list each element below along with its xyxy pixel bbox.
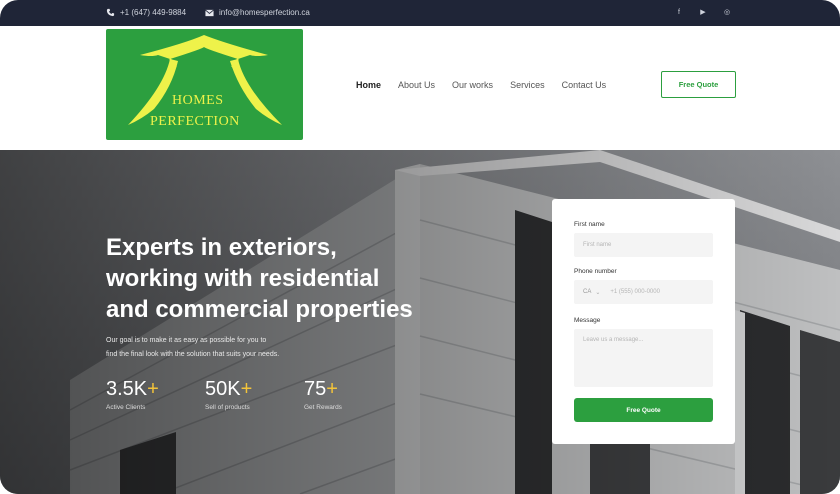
- page-frame: +1 (647) 449-9884 info@homesperfection.c…: [0, 0, 840, 494]
- hero-subtitle-line: find the final look with the solution th…: [106, 351, 280, 358]
- first-name-field[interactable]: First name: [574, 233, 713, 257]
- stat-value: 75: [304, 378, 327, 400]
- hero-section: Experts in exteriors, working with resid…: [0, 150, 840, 494]
- phone-icon: [106, 8, 115, 17]
- country-code-select[interactable]: CA: [583, 289, 591, 295]
- message-placeholder: Leave us a message...: [583, 337, 644, 343]
- phone-number-field[interactable]: CA ⌄ +1 (555) 000-0000: [574, 280, 713, 304]
- first-name-label: First name: [574, 221, 605, 228]
- stat-label: Sell of products: [205, 404, 250, 411]
- social-links: f ▶ ◎: [674, 7, 732, 17]
- hero-stats: 3.5K+ Active Clients 50K+ Sell of produc…: [106, 378, 403, 411]
- youtube-icon[interactable]: ▶: [698, 7, 708, 17]
- instagram-icon[interactable]: ◎: [722, 7, 732, 17]
- phone-number-label: Phone number: [574, 268, 617, 275]
- mail-icon: [205, 8, 214, 17]
- site-logo[interactable]: HOMES PERFECTION: [106, 29, 303, 140]
- stat-value: 50K: [205, 378, 241, 400]
- nav-our-works[interactable]: Our works: [452, 80, 493, 90]
- logo-text-line2: PERFECTION: [150, 114, 240, 129]
- header-free-quote-button[interactable]: Free Quote: [661, 71, 736, 98]
- first-name-placeholder: First name: [583, 242, 612, 248]
- phone-contact[interactable]: +1 (647) 449-9884: [106, 8, 186, 17]
- facebook-icon[interactable]: f: [674, 7, 684, 17]
- nav-services[interactable]: Services: [510, 80, 545, 90]
- email-address: info@homesperfection.ca: [219, 8, 310, 17]
- stat-label: Get Rewards: [304, 404, 342, 411]
- stat-products-sold: 50K+ Sell of products: [205, 378, 304, 411]
- stat-active-clients: 3.5K+ Active Clients: [106, 378, 205, 411]
- hero-title: Experts in exteriors, working with resid…: [106, 232, 486, 325]
- main-nav: Home About Us Our works Services Contact…: [356, 80, 606, 90]
- logo-text-line1: HOMES: [172, 93, 224, 108]
- message-label: Message: [574, 317, 601, 324]
- nav-contact-us[interactable]: Contact Us: [562, 80, 607, 90]
- chevron-down-icon: ⌄: [595, 289, 601, 296]
- stat-value: 3.5K: [106, 378, 148, 400]
- site-header: HOMES PERFECTION Home About Us Our works…: [0, 26, 840, 150]
- stat-plus: +: [240, 378, 253, 400]
- stat-plus: +: [326, 378, 338, 400]
- top-contact-bar: +1 (647) 449-9884 info@homesperfection.c…: [0, 0, 840, 26]
- hero-subtitle-line: Our goal is to make it as easy as possib…: [106, 337, 267, 344]
- quote-form: First name First name Phone number CA ⌄ …: [552, 199, 735, 444]
- hero-subtitle: Our goal is to make it as easy as possib…: [106, 334, 279, 362]
- hero-title-line: working with residential: [106, 265, 380, 292]
- message-field[interactable]: Leave us a message...: [574, 329, 713, 387]
- email-contact[interactable]: info@homesperfection.ca: [205, 8, 310, 17]
- form-free-quote-button[interactable]: Free Quote: [574, 398, 713, 422]
- nav-home[interactable]: Home: [356, 80, 381, 90]
- hero-title-line: and commercial properties: [106, 296, 413, 323]
- stat-rewards: 75+ Get Rewards: [304, 378, 403, 411]
- nav-about-us[interactable]: About Us: [398, 80, 435, 90]
- stat-plus: +: [147, 378, 159, 400]
- phone-number: +1 (647) 449-9884: [120, 8, 187, 17]
- stat-label: Active Clients: [106, 404, 146, 411]
- hero-title-line: Experts in exteriors,: [106, 234, 337, 261]
- phone-placeholder: +1 (555) 000-0000: [610, 289, 660, 295]
